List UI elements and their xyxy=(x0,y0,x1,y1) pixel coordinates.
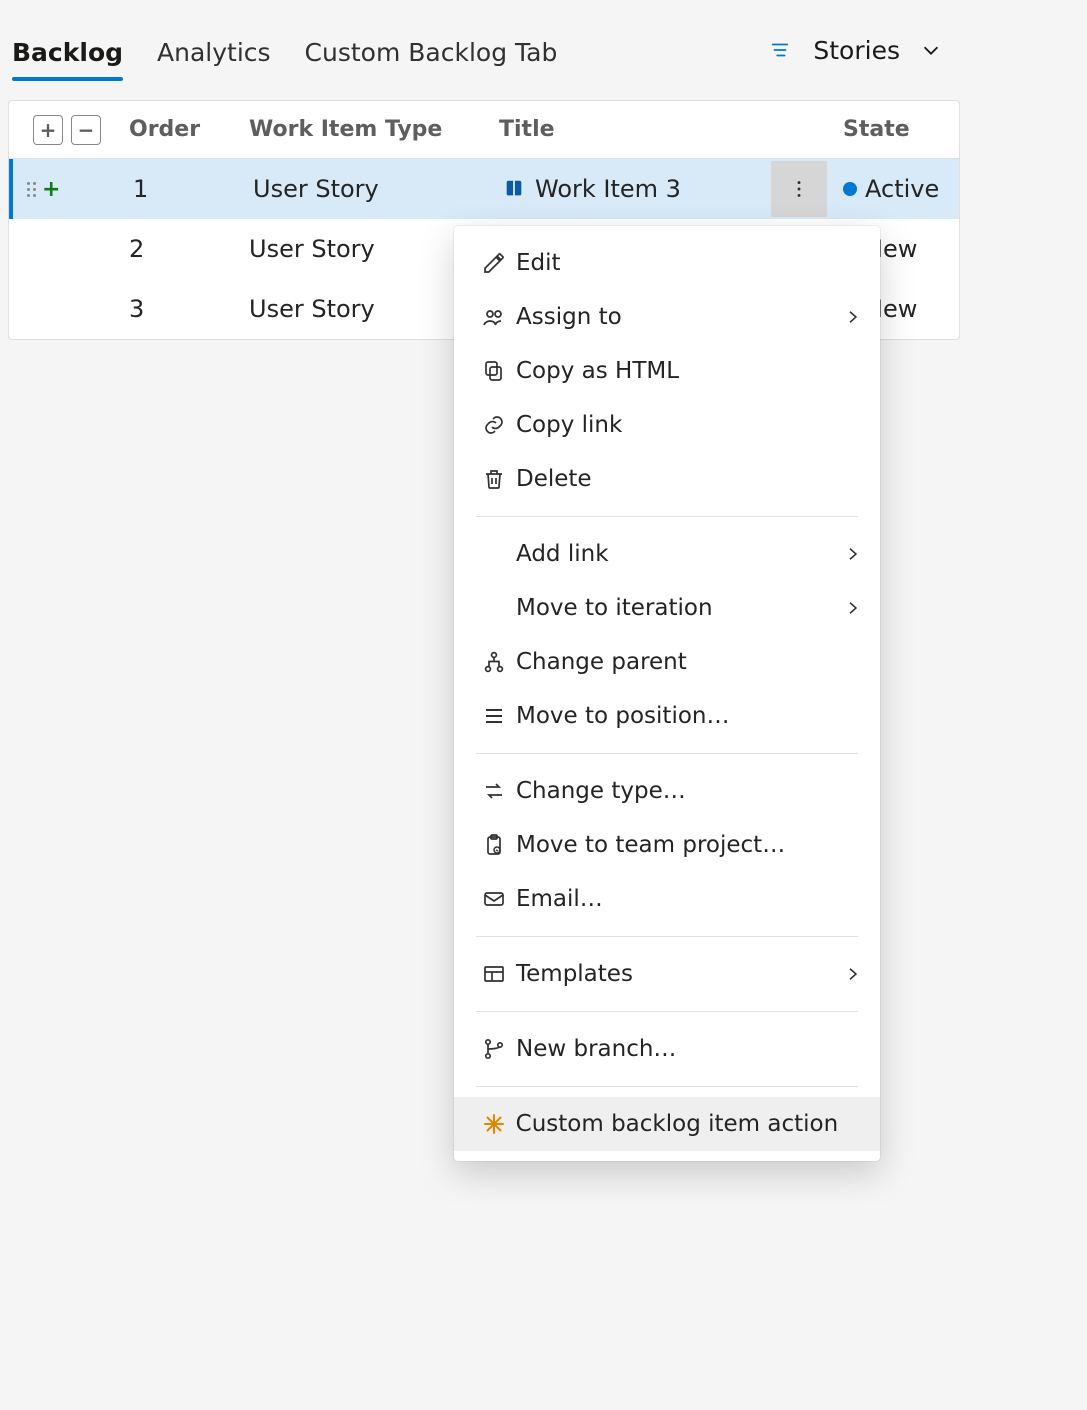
row-more-actions-button[interactable] xyxy=(771,161,827,217)
menu-separator xyxy=(476,936,858,937)
tab-analytics[interactable]: Analytics xyxy=(157,4,271,97)
menu-item-label: Move to team project… xyxy=(516,832,838,858)
user-story-icon xyxy=(503,178,525,200)
menu-item-label: Custom backlog item action xyxy=(516,1111,839,1137)
copy-icon xyxy=(472,359,516,383)
menu-item-label: New branch… xyxy=(516,1036,838,1062)
cell-order: 3 xyxy=(129,295,249,323)
mail-icon xyxy=(472,887,516,911)
menu-item-label: Delete xyxy=(516,466,838,492)
menu-separator xyxy=(476,1011,858,1012)
tree-icon xyxy=(472,650,516,674)
menu-item-label: Email… xyxy=(516,886,838,912)
menu-item-move-pos[interactable]: Move to position… xyxy=(454,689,880,743)
tab-backlog[interactable]: Backlog xyxy=(12,4,123,97)
expand-all-button[interactable]: + xyxy=(33,115,63,145)
clipboard-icon xyxy=(472,833,516,857)
menu-item-label: Copy link xyxy=(516,412,838,438)
menu-item-move-iter[interactable]: Move to iteration xyxy=(454,581,880,635)
pencil-icon xyxy=(472,251,516,275)
filter-icon xyxy=(767,39,793,61)
menu-item-email[interactable]: Email… xyxy=(454,872,880,926)
cell-state: Active xyxy=(829,175,959,203)
cell-type: User Story xyxy=(249,295,449,323)
backlog-tabs: Backlog Analytics Custom Backlog Tab Stori… xyxy=(8,0,960,100)
menu-item-label: Assign to xyxy=(516,304,838,330)
menu-item-label: Add link xyxy=(516,541,838,567)
menu-item-add-link[interactable]: Add link xyxy=(454,527,880,581)
cell-order: 1 xyxy=(133,175,253,203)
collapse-all-button[interactable]: − xyxy=(71,115,101,145)
people-icon xyxy=(472,305,516,329)
swap-icon xyxy=(472,779,516,803)
menu-separator xyxy=(476,1086,858,1087)
menu-item-templates[interactable]: Templates xyxy=(454,947,880,1001)
menu-item-move-proj[interactable]: Move to team project… xyxy=(454,818,880,872)
menu-item-label: Templates xyxy=(516,961,838,987)
column-header-type[interactable]: Work Item Type xyxy=(249,117,449,142)
cell-type: User Story xyxy=(253,175,453,203)
menu-item-copy-link[interactable]: Copy link xyxy=(454,398,880,452)
menu-item-parent[interactable]: Change parent xyxy=(454,635,880,689)
menu-item-label: Move to position… xyxy=(516,703,838,729)
chevron-right-icon xyxy=(838,308,862,326)
template-icon xyxy=(472,962,516,986)
more-vertical-icon xyxy=(788,178,810,200)
chevron-down-icon xyxy=(920,39,942,61)
work-item-title: Work Item 3 xyxy=(535,175,681,203)
menu-item-label: Change type… xyxy=(516,778,838,804)
cell-type: User Story xyxy=(249,235,449,263)
lines-icon xyxy=(472,704,516,728)
menu-separator xyxy=(476,516,858,517)
backlog-level-label: Stories xyxy=(813,36,900,65)
column-header-state[interactable]: State xyxy=(829,117,959,142)
cell-order: 2 xyxy=(129,235,249,263)
add-child-button[interactable]: + xyxy=(42,177,60,202)
trash-icon xyxy=(472,467,516,491)
cell-title[interactable]: Work Item 3 xyxy=(453,175,829,203)
column-header-order[interactable]: Order xyxy=(129,117,249,142)
link-icon xyxy=(472,413,516,437)
menu-item-copy-html[interactable]: Copy as HTML xyxy=(454,344,880,398)
star-icon xyxy=(472,1112,516,1136)
menu-item-edit[interactable]: Edit xyxy=(454,236,880,290)
menu-item-label: Move to iteration xyxy=(516,595,838,621)
menu-item-branch[interactable]: New branch… xyxy=(454,1022,880,1076)
chevron-right-icon xyxy=(838,965,862,983)
table-row[interactable]: +1User Story Work Item 3 Active xyxy=(9,159,959,219)
menu-separator xyxy=(476,753,858,754)
menu-item-delete[interactable]: Delete xyxy=(454,452,880,506)
chevron-right-icon xyxy=(838,545,862,563)
menu-item-label: Change parent xyxy=(516,649,838,675)
menu-item-assign[interactable]: Assign to xyxy=(454,290,880,344)
grid-header-row: + − Order Work Item Type Title State xyxy=(9,101,959,159)
menu-item-label: Edit xyxy=(516,250,838,276)
branch-icon xyxy=(472,1037,516,1061)
state-label: Active xyxy=(865,175,939,203)
column-header-title[interactable]: Title xyxy=(449,117,829,142)
drag-handle-icon[interactable] xyxy=(27,182,36,197)
menu-item-change-type[interactable]: Change type… xyxy=(454,764,880,818)
menu-item-label: Copy as HTML xyxy=(516,358,838,384)
chevron-right-icon xyxy=(838,599,862,617)
tab-custom-backlog-tab[interactable]: Custom Backlog Tab xyxy=(305,4,558,97)
backlog-level-picker[interactable]: Stories xyxy=(767,36,960,65)
work-item-context-menu: Edit Assign to Copy as HTML Copy link Delete… xyxy=(454,226,880,1161)
state-indicator-icon xyxy=(843,182,857,196)
menu-item-custom[interactable]: Custom backlog item action xyxy=(454,1097,880,1151)
